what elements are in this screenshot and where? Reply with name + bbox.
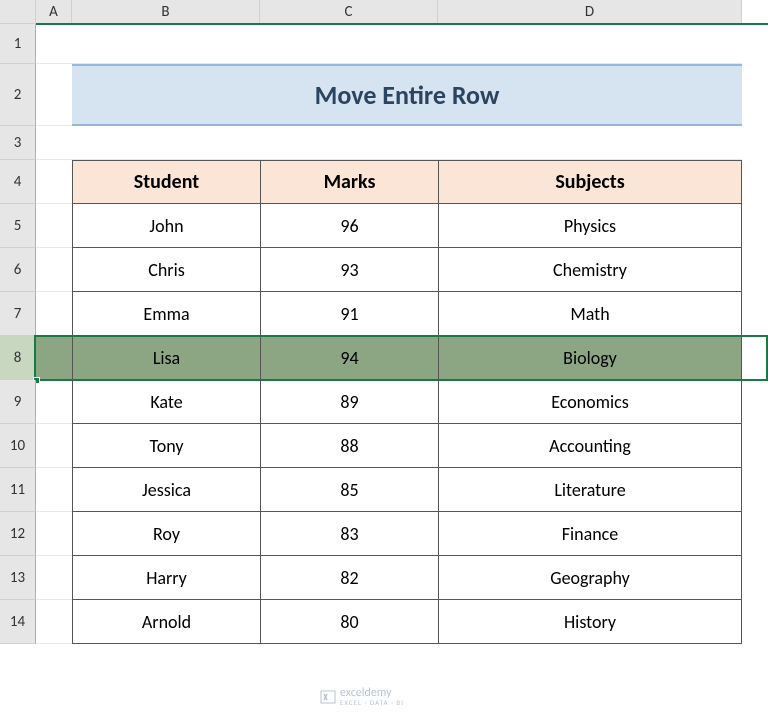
table-cell[interactable]: Lisa (72, 336, 260, 380)
watermark: exceldemy EXCEL · DATA · BI (320, 686, 404, 707)
row-header-1[interactable]: 1 (0, 24, 36, 64)
table-cell[interactable]: Chris (72, 248, 260, 292)
row-14: 14 Arnold 80 History (0, 600, 768, 644)
header-subjects[interactable]: Subjects (438, 160, 742, 204)
col-header-c[interactable]: C (260, 0, 438, 23)
table-cell[interactable]: Harry (72, 556, 260, 600)
table-cell[interactable]: Geography (438, 556, 742, 600)
row-header-6[interactable]: 6 (0, 248, 36, 292)
row-header-3[interactable]: 3 (0, 126, 36, 160)
table-cell[interactable]: 94 (260, 336, 438, 380)
row-header-11[interactable]: 11 (0, 468, 36, 512)
table-cell[interactable]: Tony (72, 424, 260, 468)
table-cell[interactable]: Arnold (72, 600, 260, 644)
row-header-12[interactable]: 12 (0, 512, 36, 556)
row-header-13[interactable]: 13 (0, 556, 36, 600)
table-cell[interactable]: 91 (260, 292, 438, 336)
row-header-9[interactable]: 9 (0, 380, 36, 424)
row-13: 13 Harry 82 Geography (0, 556, 768, 600)
table-cell[interactable]: Finance (438, 512, 742, 556)
title-cell[interactable]: Move Entire Row (72, 64, 742, 126)
table-cell[interactable]: Emma (72, 292, 260, 336)
header-student[interactable]: Student (72, 160, 260, 204)
row-header-14[interactable]: 14 (0, 600, 36, 644)
table-cell[interactable]: Literature (438, 468, 742, 512)
table-cell[interactable]: Roy (72, 512, 260, 556)
header-marks[interactable]: Marks (260, 160, 438, 204)
col-header-d[interactable]: D (438, 0, 742, 23)
table-cell[interactable]: 83 (260, 512, 438, 556)
table-cell[interactable]: 85 (260, 468, 438, 512)
row-header-10[interactable]: 10 (0, 424, 36, 468)
table-cell[interactable]: 80 (260, 600, 438, 644)
row-1: 1 (0, 24, 768, 64)
row-12: 12 Roy 83 Finance (0, 512, 768, 556)
table-cell[interactable]: History (438, 600, 742, 644)
table-cell[interactable]: Math (438, 292, 742, 336)
table-cell[interactable]: Jessica (72, 468, 260, 512)
row-11: 11 Jessica 85 Literature (0, 468, 768, 512)
select-all-corner[interactable] (0, 0, 36, 23)
table-cell[interactable]: 82 (260, 556, 438, 600)
table-cell[interactable]: Chemistry (438, 248, 742, 292)
row-5: 5 John 96 Physics (0, 204, 768, 248)
table-cell[interactable]: Kate (72, 380, 260, 424)
table-cell[interactable]: 88 (260, 424, 438, 468)
column-headers: A B C D (0, 0, 768, 24)
row-10: 10 Tony 88 Accounting (0, 424, 768, 468)
excel-icon (320, 689, 336, 705)
row-3: 3 (0, 126, 768, 160)
row-4: 4 Student Marks Subjects (0, 160, 768, 204)
row-8-selected: 8 Lisa 94 Biology (0, 336, 768, 380)
table-cell[interactable]: Economics (438, 380, 742, 424)
watermark-sub: EXCEL · DATA · BI (340, 698, 404, 707)
row-header-7[interactable]: 7 (0, 292, 36, 336)
row-header-2[interactable]: 2 (0, 64, 36, 126)
row-2: 2 Move Entire Row (0, 64, 768, 126)
table-cell[interactable]: 96 (260, 204, 438, 248)
col-header-b[interactable]: B (72, 0, 260, 23)
row-6: 6 Chris 93 Chemistry (0, 248, 768, 292)
table-cell[interactable]: Biology (438, 336, 742, 380)
freeze-pane-line (36, 23, 768, 25)
table-cell[interactable]: 89 (260, 380, 438, 424)
row-header-8[interactable]: 8 (0, 336, 36, 380)
table-cell[interactable]: 93 (260, 248, 438, 292)
col-header-a[interactable]: A (36, 0, 72, 23)
table-cell[interactable]: John (72, 204, 260, 248)
table-cell[interactable]: Physics (438, 204, 742, 248)
row-9: 9 Kate 89 Economics (0, 380, 768, 424)
row-header-5[interactable]: 5 (0, 204, 36, 248)
table-cell[interactable]: Accounting (438, 424, 742, 468)
row-header-4[interactable]: 4 (0, 160, 36, 204)
row-7: 7 Emma 91 Math (0, 292, 768, 336)
